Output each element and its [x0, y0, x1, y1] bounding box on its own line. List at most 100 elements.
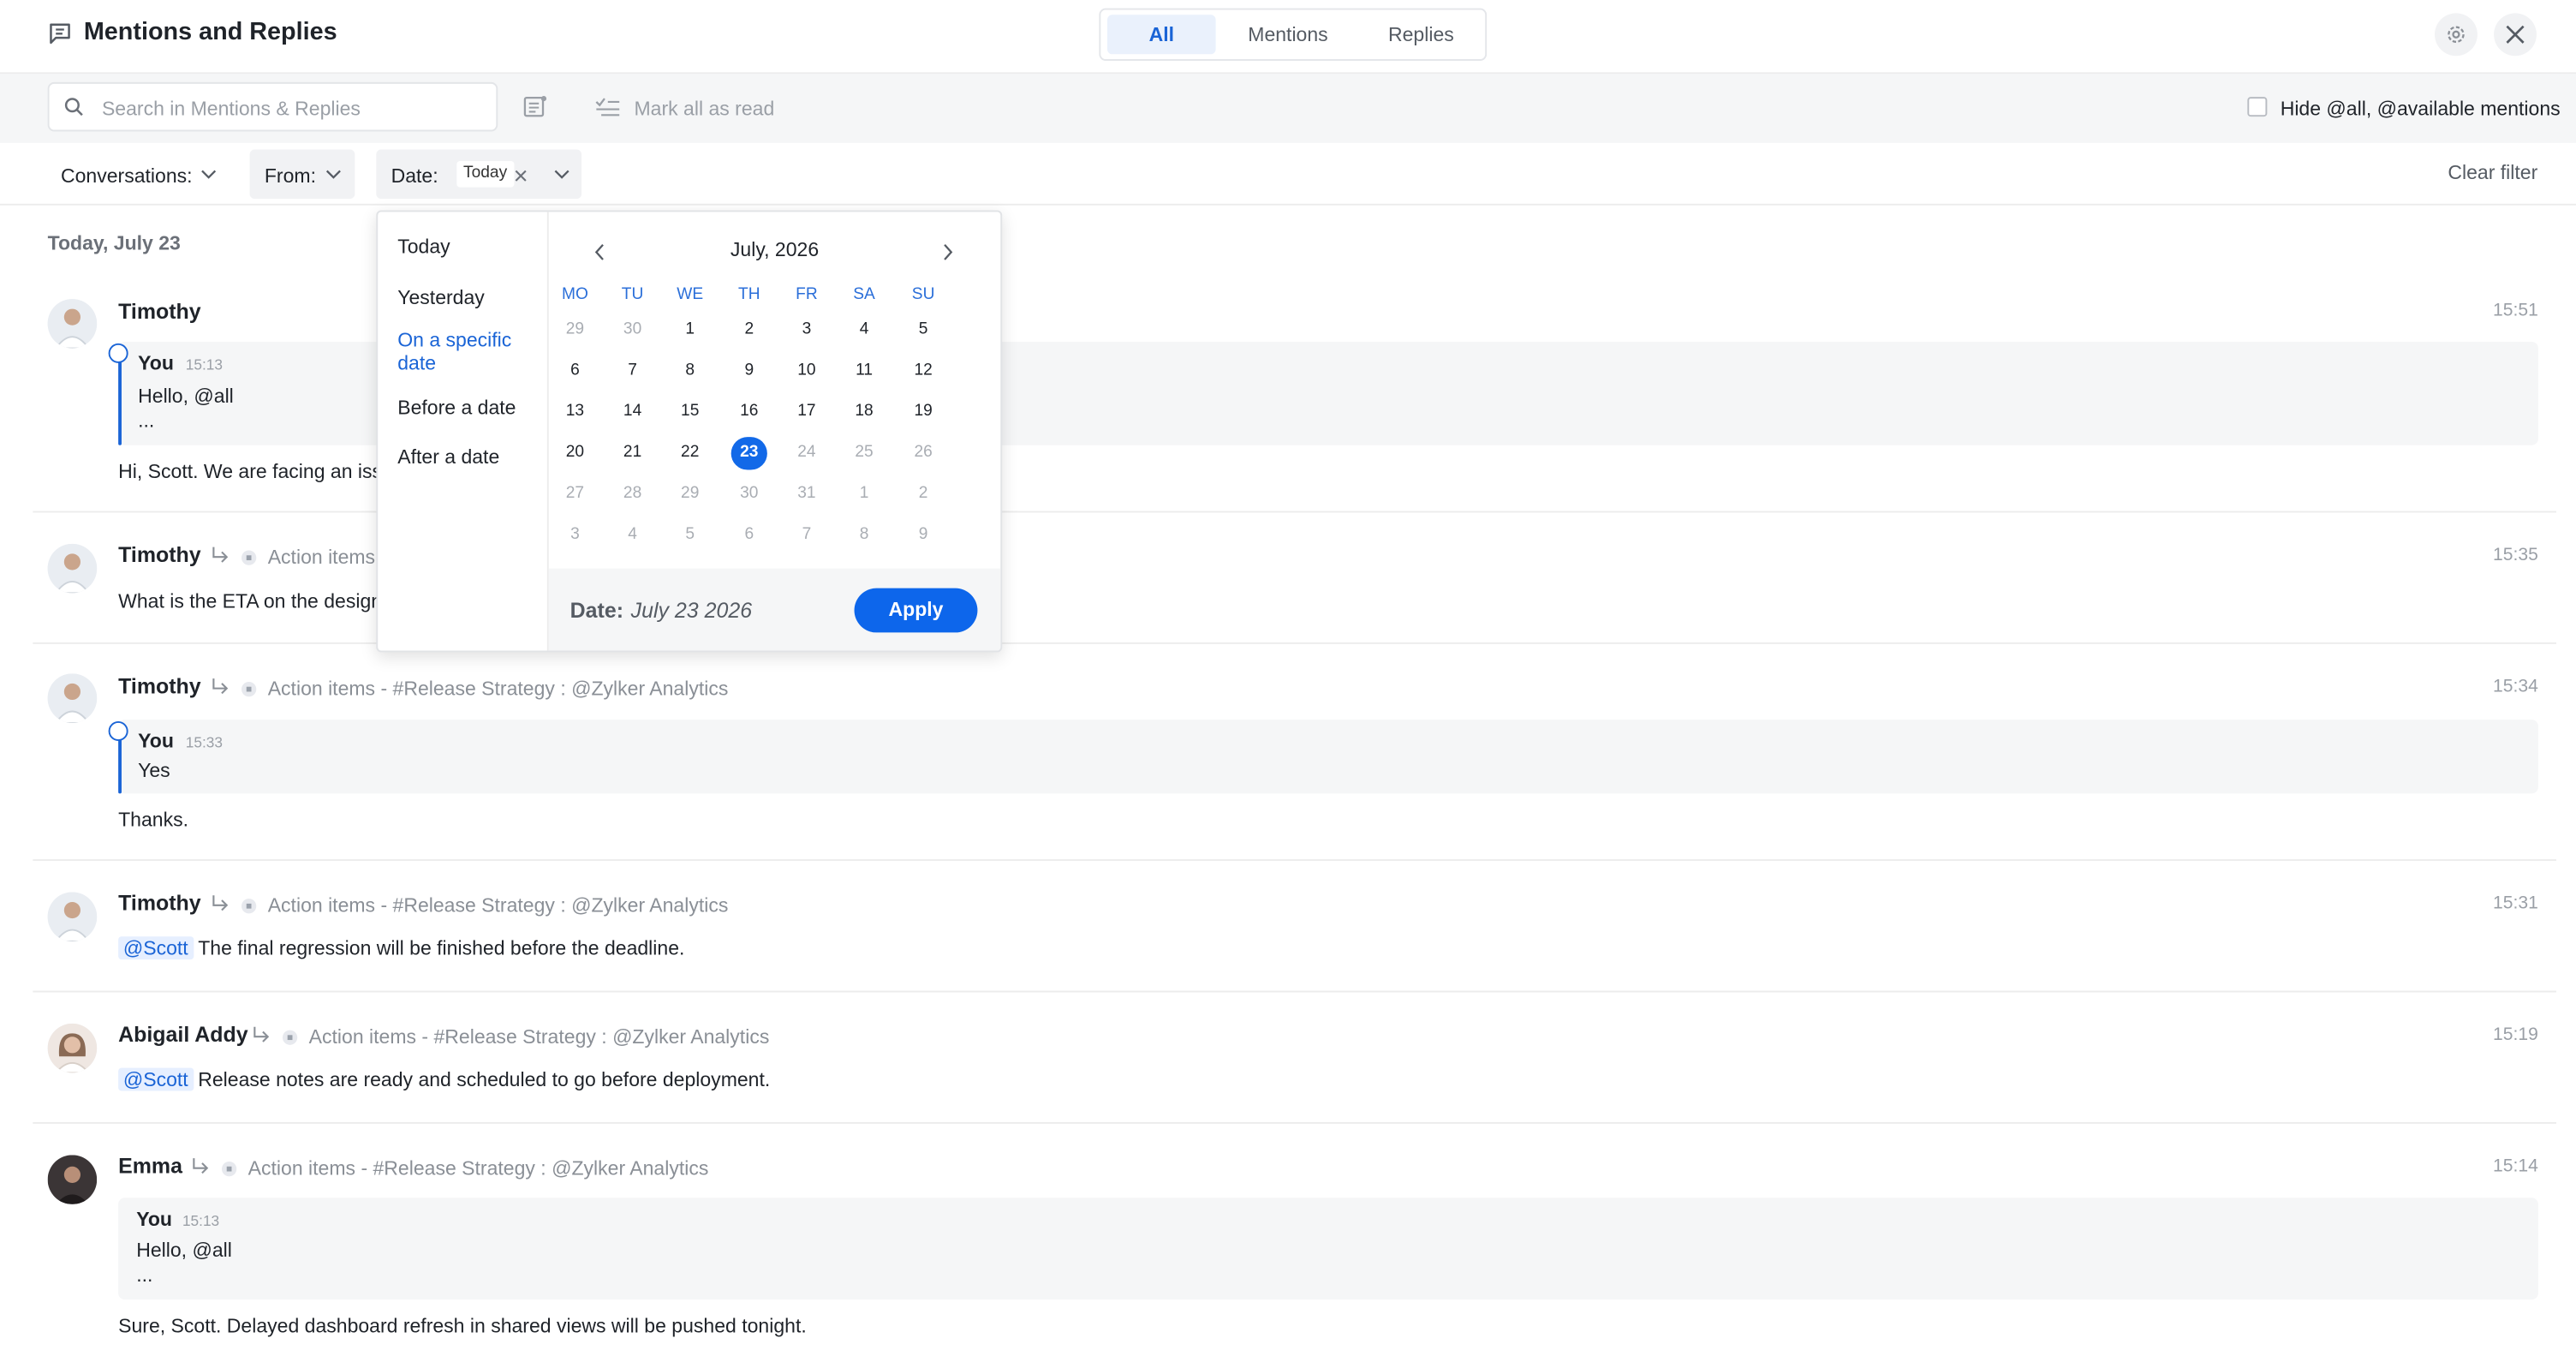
quote-author: You: [136, 1207, 173, 1231]
sender-name[interactable]: Abigail Addy: [118, 1022, 247, 1047]
tab-all[interactable]: All: [1106, 15, 1216, 55]
calendar-day[interactable]: 29: [557, 314, 593, 346]
calendar-day[interactable]: 7: [614, 355, 650, 387]
clear-filter-link[interactable]: Clear filter: [2448, 161, 2537, 184]
quote-line: Hello, @all: [136, 1239, 232, 1263]
calendar-day[interactable]: 2: [905, 478, 941, 511]
calendar-day[interactable]: 16: [731, 396, 767, 428]
calendar-day[interactable]: 9: [905, 519, 941, 552]
date-options-list: Today Yesterday On a specific date Befor…: [378, 212, 549, 651]
chevron-left-icon[interactable]: [593, 243, 606, 261]
calendar-day[interactable]: 15: [672, 396, 708, 428]
calendar-day[interactable]: 14: [614, 396, 650, 428]
list-item[interactable]: Timothy Action items - #Release Strategy…: [33, 861, 2556, 993]
calendar-day[interactable]: 6: [731, 519, 767, 552]
mention-tag[interactable]: @Scott: [118, 936, 194, 960]
settings-button[interactable]: [2435, 13, 2478, 57]
sender-name[interactable]: Timothy: [118, 542, 201, 567]
close-button[interactable]: [2494, 13, 2537, 57]
date-option-after[interactable]: After a date: [397, 445, 535, 469]
tab-mentions[interactable]: Mentions: [1225, 15, 1351, 54]
list-item[interactable]: Timothy Action items - #Release Strategy…: [33, 644, 2556, 862]
conversations-filter[interactable]: Conversations:: [48, 150, 229, 200]
reply-icon: [108, 343, 128, 363]
date-option-today[interactable]: Today: [397, 235, 535, 258]
calendar-day[interactable]: 20: [557, 437, 593, 469]
date-option-before[interactable]: Before a date: [397, 396, 535, 419]
date-option-specific[interactable]: On a specific date: [397, 329, 535, 375]
quoted-message[interactable]: You 15:33 Yes: [108, 720, 2538, 794]
quote-line: ...: [136, 1263, 153, 1287]
calendar-day[interactable]: 6: [557, 355, 593, 387]
sender-name[interactable]: Timothy: [118, 891, 201, 916]
calendar-day[interactable]: 1: [672, 314, 708, 346]
hide-all-checkbox[interactable]: [2247, 97, 2268, 117]
date-option-yesterday[interactable]: Yesterday: [397, 286, 535, 309]
quote-author: You: [138, 729, 174, 753]
calendar-day[interactable]: 8: [846, 519, 882, 552]
calendar-day[interactable]: 13: [557, 396, 593, 428]
calendar-day[interactable]: 25: [846, 437, 882, 469]
calendar-day[interactable]: 7: [789, 519, 825, 552]
filter-bar: Conversations: From: Date: Today: [0, 145, 2576, 206]
calendar-day[interactable]: 3: [557, 519, 593, 552]
calendar-day[interactable]: 29: [672, 478, 708, 511]
calendar-day[interactable]: 31: [789, 478, 825, 511]
quote-time: 15:33: [185, 734, 223, 751]
search-input[interactable]: [98, 92, 493, 125]
calendar-day[interactable]: 30: [731, 478, 767, 511]
calendar-day[interactable]: 11: [846, 355, 882, 387]
close-icon[interactable]: [514, 170, 527, 182]
calendar-day[interactable]: 26: [905, 437, 941, 469]
date-chip: Today: [456, 160, 514, 188]
calendar-day[interactable]: 5: [905, 314, 941, 346]
list-item[interactable]: Abigail Addy Action items - #Release Str…: [33, 992, 2556, 1124]
message-text: What is the ETA on the design?: [118, 589, 393, 613]
date-filter[interactable]: Date: Today: [376, 149, 582, 200]
apply-button[interactable]: Apply: [854, 588, 978, 633]
calendar-day[interactable]: 5: [672, 519, 708, 552]
filter-tabs: All Mentions Replies: [1099, 8, 1488, 61]
quoted-message[interactable]: You 15:13 Hello, @all ...: [118, 1198, 2538, 1300]
calendar-day[interactable]: 19: [905, 396, 941, 428]
channel-icon: [241, 899, 257, 914]
calendar-day[interactable]: 18: [846, 396, 882, 428]
hide-all-label: Hide @all, @available mentions: [2280, 97, 2561, 121]
chevron-down-icon: [554, 170, 569, 179]
calendar-day[interactable]: 4: [614, 519, 650, 552]
compose-icon[interactable]: [522, 93, 549, 120]
tab-replies[interactable]: Replies: [1360, 15, 1482, 54]
calendar-day[interactable]: 9: [731, 355, 767, 387]
calendar-day[interactable]: 1: [846, 478, 882, 511]
list-item[interactable]: Emma Action items - #Release Strategy : …: [33, 1124, 2556, 1362]
mention-tag[interactable]: @Scott: [118, 1067, 194, 1091]
calendar-day[interactable]: 30: [614, 314, 650, 346]
calendar-day[interactable]: 3: [789, 314, 825, 346]
calendar-day[interactable]: 28: [614, 478, 650, 511]
person-photo-icon: [47, 892, 98, 941]
sender-name[interactable]: Timothy: [118, 673, 201, 698]
chevron-right-icon[interactable]: [941, 243, 954, 261]
message-time: 15:51: [2493, 300, 2538, 321]
toolbar: Mark all as read Hide @all, @available m…: [0, 74, 2576, 143]
calendar-day[interactable]: 4: [846, 314, 882, 346]
reply-arrow-icon: [253, 1026, 270, 1042]
calendar-day[interactable]: 24: [789, 437, 825, 469]
calendar-day-selected[interactable]: 23: [730, 437, 767, 470]
calendar-day[interactable]: 21: [614, 437, 650, 469]
calendar-day[interactable]: 27: [557, 478, 593, 511]
message-text: @Scott The final regression will be finis…: [118, 936, 684, 960]
calendar-day[interactable]: 12: [905, 355, 941, 387]
message-time: 15:34: [2493, 677, 2538, 697]
calendar-day[interactable]: 22: [672, 437, 708, 469]
from-filter[interactable]: From:: [249, 149, 355, 200]
calendar-day[interactable]: 10: [789, 355, 825, 387]
reply-icon: [108, 720, 128, 742]
sender-name[interactable]: Timothy: [118, 299, 201, 324]
message-text: @Scott Release notes are ready and schedu…: [118, 1067, 770, 1091]
sender-name[interactable]: Emma: [118, 1153, 182, 1178]
calendar-day[interactable]: 17: [789, 396, 825, 428]
calendar-day[interactable]: 2: [731, 314, 767, 346]
calendar-day[interactable]: 8: [672, 355, 708, 387]
quote-author: You: [138, 351, 174, 375]
